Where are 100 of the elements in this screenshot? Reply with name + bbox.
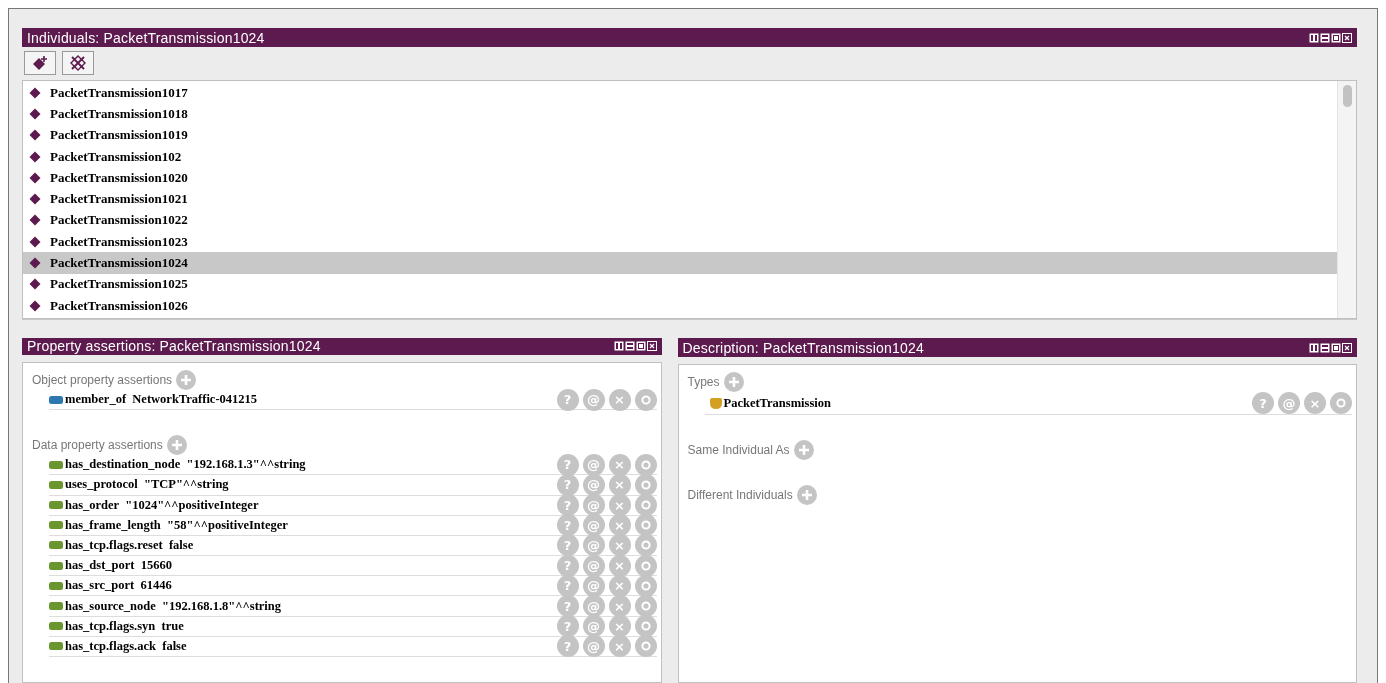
add-icon[interactable] [796,485,817,505]
ring-button-icon[interactable] [634,388,657,411]
list-item[interactable]: PacketTransmission1022 [23,209,1337,232]
action-button[interactable]: × [608,615,631,638]
ring-button-icon[interactable] [634,574,657,597]
add-icon[interactable] [723,372,744,392]
split-horizontal-icon[interactable] [1320,32,1330,43]
action-button[interactable]: ? [556,473,579,496]
ring-button-icon[interactable] [634,595,657,618]
ring-button-icon[interactable] [1330,392,1352,414]
action-button[interactable]: @ [1278,392,1300,414]
delete-individual-button[interactable] [62,51,94,75]
action-button[interactable]: @ [582,388,605,411]
add-individual-button[interactable] [24,51,56,75]
action-button[interactable]: ? [556,534,579,557]
action-button[interactable]: × [608,514,631,537]
ring-button-icon[interactable] [634,453,657,476]
split-horizontal-icon[interactable] [1320,342,1330,353]
ring-button-icon[interactable] [634,635,657,658]
ring-button-icon[interactable] [634,494,657,517]
split-horizontal-icon[interactable] [624,341,635,352]
diamond-icon [29,214,41,227]
action-button[interactable]: @ [582,595,605,618]
list-item[interactable]: PacketTransmission1018 [23,103,1337,125]
action-button[interactable]: × [608,388,631,411]
assertion-text: member_of NetworkTraffic-041215 [65,392,259,408]
action-button[interactable]: @ [582,494,605,517]
diamond-plus-icon [32,56,48,70]
list-item[interactable]: PacketTransmission1017 [23,82,1337,104]
assertion-text: has_tcp.flags.syn true [65,618,185,634]
ring-button-icon[interactable] [634,615,657,638]
action-button[interactable]: @ [582,554,605,577]
property-marker-icon [49,541,63,550]
action-button[interactable]: × [608,453,631,476]
list-item[interactable]: PacketTransmission1026 [23,294,1337,317]
list-item[interactable]: PacketTransmission1019 [23,124,1337,146]
action-button[interactable]: ? [556,574,579,597]
action-button[interactable]: × [1304,392,1326,414]
property-marker-icon [49,480,63,489]
ring-button-icon[interactable] [634,554,657,577]
ring-button-icon[interactable] [634,473,657,496]
diamond-icon [29,171,41,184]
property-marker-icon [49,642,63,651]
panel-title: Description: PacketTransmission1024 [682,339,924,356]
list-item[interactable]: PacketTransmission1025 [23,273,1337,295]
diamond-icon [29,150,41,163]
action-button[interactable]: × [608,574,631,597]
close-icon[interactable] [646,341,657,352]
action-button[interactable]: × [608,635,631,658]
action-button[interactable]: ? [556,453,579,476]
section-label: Data property assertions [32,438,163,453]
section-label: Types [687,375,720,389]
assertion-text: has_src_port 61446 [65,578,173,594]
list-item[interactable]: PacketTransmission1020 [23,167,1337,189]
assertion-text: has_dst_port 15660 [65,558,173,574]
action-button[interactable]: × [608,534,631,557]
action-button[interactable]: @ [582,635,605,658]
action-button[interactable]: × [608,554,631,577]
action-button[interactable]: ? [556,615,579,638]
list-item[interactable]: PacketTransmission1021 [23,188,1337,210]
action-button[interactable]: ? [1252,392,1274,414]
action-button[interactable]: ? [556,514,579,537]
action-button[interactable]: × [608,494,631,517]
add-icon[interactable] [793,440,814,460]
action-button[interactable]: @ [582,514,605,537]
diamond-icon [29,193,41,206]
action-button[interactable]: ? [556,554,579,577]
assertion-text: has_tcp.flags.ack false [65,638,188,654]
action-button[interactable]: @ [582,615,605,638]
add-icon[interactable] [176,369,197,390]
assertion-text: PacketTransmission [723,395,832,411]
action-button[interactable]: @ [582,574,605,597]
action-button[interactable]: @ [582,534,605,557]
close-icon[interactable] [1342,32,1352,43]
action-button[interactable]: @ [582,473,605,496]
section-label: Different Individuals [687,488,793,502]
action-button[interactable]: ? [556,595,579,618]
ring-button-icon[interactable] [634,514,657,537]
list-item[interactable]: PacketTransmission1023 [23,231,1337,253]
split-vertical-icon[interactable] [1309,32,1319,43]
split-vertical-icon[interactable] [613,341,624,352]
action-button[interactable]: ? [556,635,579,658]
split-vertical-icon[interactable] [1309,342,1319,353]
scrollbar-thumb[interactable] [1342,85,1352,107]
diamond-icon [29,235,41,248]
assertion-text: uses_protocol "TCP"^^string [65,477,230,493]
maximize-icon[interactable] [1331,32,1341,43]
assertion-text: has_frame_length "58"^^positiveInteger [65,517,289,533]
maximize-icon[interactable] [635,341,646,352]
action-button[interactable]: ? [556,494,579,517]
action-button[interactable]: × [608,595,631,618]
add-icon[interactable] [166,435,187,456]
list-item[interactable]: PacketTransmission1024 [23,252,1337,274]
action-button[interactable]: × [608,473,631,496]
action-button[interactable]: ? [556,388,579,411]
action-button[interactable]: @ [582,453,605,476]
ring-button-icon[interactable] [634,534,657,557]
close-icon[interactable] [1342,342,1352,353]
maximize-icon[interactable] [1331,342,1341,353]
list-item[interactable]: PacketTransmission102 [23,145,1337,168]
